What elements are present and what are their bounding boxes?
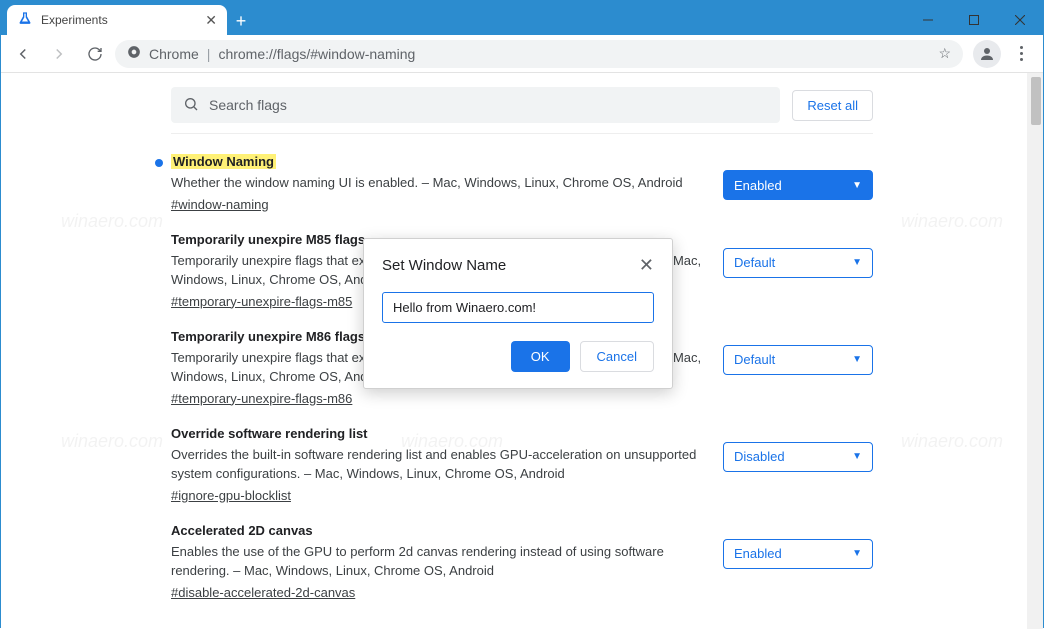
- modified-indicator-icon: [155, 159, 163, 167]
- flag-title: Temporarily unexpire M86 flags.: [171, 329, 369, 344]
- cancel-button[interactable]: Cancel: [580, 341, 654, 372]
- search-input[interactable]: Search flags: [171, 87, 780, 123]
- back-button[interactable]: [7, 38, 39, 70]
- minimize-button[interactable]: [905, 5, 951, 35]
- flag-title: Accelerated 2D canvas: [171, 523, 313, 538]
- browser-menu-button[interactable]: [1005, 38, 1037, 70]
- search-row: Search flags Reset all: [171, 73, 873, 134]
- flag-anchor-link[interactable]: #window-naming: [171, 197, 269, 212]
- chevron-down-icon: ▼: [852, 548, 862, 559]
- close-icon[interactable]: ✕: [205, 12, 217, 29]
- window-titlebar: Experiments ✕ +: [1, 1, 1043, 35]
- vertical-scrollbar[interactable]: [1027, 73, 1043, 629]
- flag-description: Whether the window naming UI is enabled.…: [171, 173, 707, 193]
- dialog-title: Set Window Name: [382, 257, 506, 274]
- flag-body: Window Naming Whether the window naming U…: [171, 154, 707, 212]
- browser-toolbar: Chrome | chrome://flags/#window-naming ☆: [1, 35, 1043, 73]
- reload-button[interactable]: [79, 38, 111, 70]
- window-controls: [905, 5, 1043, 35]
- maximize-button[interactable]: [951, 5, 997, 35]
- flag-state-dropdown[interactable]: Enabled ▼: [723, 170, 873, 200]
- flag-state-value: Default: [734, 255, 775, 270]
- omnibox-separator: |: [207, 46, 211, 62]
- flag-state-dropdown[interactable]: Default ▼: [723, 345, 873, 375]
- browser-tab[interactable]: Experiments ✕: [7, 5, 227, 35]
- flag-anchor-link[interactable]: #disable-accelerated-2d-canvas: [171, 585, 355, 600]
- forward-button[interactable]: [43, 38, 75, 70]
- close-icon[interactable]: ✕: [639, 255, 654, 276]
- search-icon: [183, 96, 199, 115]
- chevron-down-icon: ▼: [852, 451, 862, 462]
- flag-description: Overrides the built-in software renderin…: [171, 445, 707, 484]
- search-placeholder: Search flags: [209, 97, 287, 113]
- chrome-icon: [127, 45, 141, 62]
- dialog-actions: OK Cancel: [382, 341, 654, 372]
- chevron-down-icon: ▼: [852, 180, 862, 191]
- tab-title: Experiments: [41, 13, 197, 27]
- flag-state-dropdown[interactable]: Enabled ▼: [723, 539, 873, 569]
- flag-row: Window Naming Whether the window naming U…: [171, 134, 873, 212]
- address-bar[interactable]: Chrome | chrome://flags/#window-naming ☆: [115, 40, 963, 68]
- flag-description: Enables the use of the GPU to perform 2d…: [171, 542, 707, 581]
- scrollbar-thumb[interactable]: [1031, 77, 1041, 125]
- flag-anchor-link[interactable]: #temporary-unexpire-flags-m85: [171, 294, 352, 309]
- flag-title: Window Naming: [171, 154, 276, 169]
- flag-body: Accelerated 2D canvas Enables the use of …: [171, 523, 707, 600]
- omnibox-url: chrome://flags/#window-naming: [218, 46, 415, 62]
- ok-button[interactable]: OK: [511, 341, 570, 372]
- omnibox-prefix: Chrome: [149, 46, 199, 62]
- flag-state-dropdown[interactable]: Disabled ▼: [723, 442, 873, 472]
- flag-title: Temporarily unexpire M85 flags.: [171, 232, 369, 247]
- new-tab-button[interactable]: +: [227, 7, 255, 35]
- flag-row: Override software rendering list Override…: [171, 406, 873, 503]
- flag-anchor-link[interactable]: #ignore-gpu-blocklist: [171, 488, 291, 503]
- chevron-down-icon: ▼: [852, 354, 862, 365]
- flag-body: Override software rendering list Override…: [171, 426, 707, 503]
- set-window-name-dialog: Set Window Name ✕ OK Cancel: [363, 238, 673, 389]
- chevron-down-icon: ▼: [852, 257, 862, 268]
- flag-row: Accelerated 2D canvas Enables the use of …: [171, 503, 873, 600]
- close-window-button[interactable]: [997, 5, 1043, 35]
- dialog-header: Set Window Name ✕: [382, 255, 654, 276]
- flask-icon: [17, 11, 33, 30]
- reset-all-button[interactable]: Reset all: [792, 90, 873, 121]
- flag-state-value: Default: [734, 352, 775, 367]
- window-name-input[interactable]: [382, 292, 654, 323]
- flag-state-value: Disabled: [734, 449, 785, 464]
- bookmark-star-icon[interactable]: ☆: [938, 45, 951, 62]
- flag-state-value: Enabled: [734, 546, 782, 561]
- flag-anchor-link[interactable]: #temporary-unexpire-flags-m86: [171, 391, 352, 406]
- flag-title: Override software rendering list: [171, 426, 368, 441]
- profile-avatar[interactable]: [973, 40, 1001, 68]
- flag-state-dropdown[interactable]: Default ▼: [723, 248, 873, 278]
- flag-state-value: Enabled: [734, 178, 782, 193]
